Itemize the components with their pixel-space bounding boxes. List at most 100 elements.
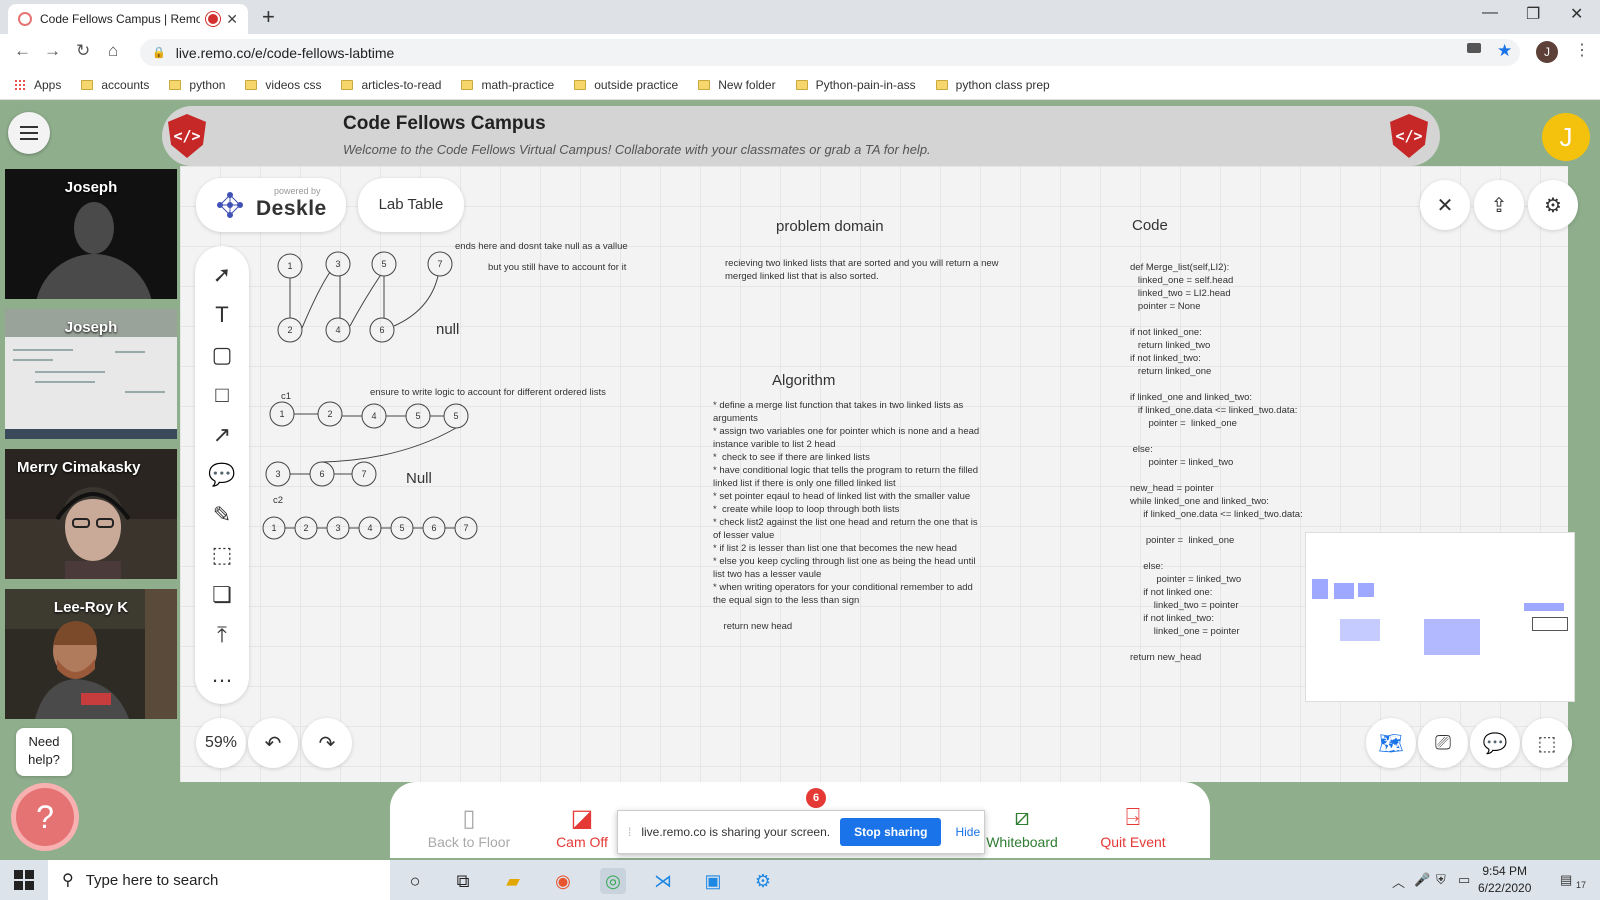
table-name-button[interactable]: Lab Table: [358, 178, 464, 232]
minimize-icon[interactable]: —: [1482, 4, 1498, 22]
windows-start-icon[interactable]: [14, 870, 34, 890]
participant-tile[interactable]: Lee-Roy K: [5, 589, 177, 719]
bookmark-folder[interactable]: outside practice: [574, 78, 678, 92]
need-help-tooltip: Need help?: [16, 728, 72, 776]
bookmark-folder[interactable]: python class prep: [935, 78, 1050, 92]
notifications-icon[interactable]: ▤: [1560, 872, 1572, 888]
hamburger-line: [20, 126, 38, 128]
chrome-icon[interactable]: ◎: [600, 868, 626, 894]
browser-tab[interactable]: Code Fellows Campus | Remo ✕: [8, 4, 248, 34]
tray-chevron-icon[interactable]: ︿: [1392, 872, 1405, 891]
algorithm-line: instance varible to list 2 head: [713, 439, 836, 450]
profile-avatar[interactable]: J: [1536, 41, 1558, 63]
map-view-button[interactable]: 🗺: [1366, 718, 1416, 768]
algorithm-text-block: * define a merge list function that take…: [713, 399, 979, 633]
text-tool-icon[interactable]: T: [207, 300, 237, 330]
screen-sharing-banner: ⁞ live.remo.co is sharing your screen. S…: [617, 810, 985, 854]
bookmark-folder[interactable]: videos css: [245, 78, 321, 92]
bookmark-apps[interactable]: Apps: [14, 78, 61, 92]
new-tab-icon[interactable]: +: [262, 4, 275, 30]
layers-icon[interactable]: ❏: [207, 580, 237, 610]
main-menu-button[interactable]: [8, 112, 50, 154]
hamburger-line: [20, 138, 38, 140]
close-tab-icon[interactable]: ✕: [226, 11, 238, 28]
share-button[interactable]: ⇪: [1474, 180, 1524, 230]
chat-button[interactable]: 💬: [1470, 718, 1520, 768]
photos-icon[interactable]: ▣: [700, 868, 726, 894]
code-text-block: def Merge_list(self,LI2): linked_one = s…: [1130, 261, 1303, 664]
hide-banner-button[interactable]: Hide: [955, 825, 980, 839]
sticky-note-icon[interactable]: ▢: [207, 340, 237, 370]
select-pointer-icon[interactable]: ➚: [207, 260, 237, 290]
zoom-level[interactable]: 59%: [196, 718, 246, 768]
bookmark-folder[interactable]: accounts: [81, 78, 149, 92]
node-label: 4: [367, 523, 372, 533]
home-icon[interactable]: ⌂: [108, 41, 118, 61]
bookmark-folder[interactable]: Python-pain-in-ass: [795, 78, 916, 92]
cortana-icon[interactable]: ○: [402, 868, 428, 894]
bookmarks-bar: Apps accounts python videos css articles…: [0, 70, 1600, 100]
battery-icon[interactable]: ▭: [1458, 872, 1470, 888]
undo-icon: ↶: [264, 732, 282, 755]
taskbar-search[interactable]: ⚲ Type here to search: [48, 860, 390, 900]
forward-icon[interactable]: →: [44, 41, 61, 61]
file-explorer-icon[interactable]: ▰: [500, 868, 526, 894]
maximize-icon[interactable]: ❐: [1526, 4, 1540, 24]
bookmark-folder[interactable]: math-practice: [461, 78, 554, 92]
user-avatar[interactable]: J: [1542, 113, 1590, 161]
close-whiteboard-button[interactable]: ✕: [1420, 180, 1470, 230]
back-icon[interactable]: ←: [14, 41, 31, 61]
bookmark-label: outside practice: [594, 77, 679, 92]
deskle-logo-icon: [217, 192, 243, 218]
bookmark-folder[interactable]: python: [169, 78, 225, 92]
participant-tile[interactable]: Joseph: [5, 169, 177, 299]
clock-date: 6/22/2020: [1478, 881, 1532, 895]
security-icon[interactable]: ⛨: [1436, 872, 1446, 888]
ubuntu-icon[interactable]: ◉: [550, 868, 576, 894]
participant-tile[interactable]: Merry Cimakasky: [5, 449, 177, 579]
microphone-icon[interactable]: 🎤: [1414, 872, 1430, 888]
arrow-tool-icon[interactable]: ↗: [207, 420, 237, 450]
redo-button[interactable]: ↷: [302, 718, 352, 768]
taskbar-clock[interactable]: 9:54 PM 6/22/2020: [1478, 863, 1531, 897]
code-line: pointer = linked_one: [1130, 535, 1235, 546]
stop-sharing-button[interactable]: Stop sharing: [840, 818, 942, 846]
code-line: else:: [1130, 561, 1164, 572]
back-to-floor-button[interactable]: ▯ Back to Floor: [409, 804, 529, 850]
bookmark-star-icon[interactable]: ★: [1497, 41, 1512, 61]
bookmark-folder[interactable]: New folder: [698, 78, 776, 92]
task-view-icon[interactable]: ⧉: [450, 868, 476, 894]
more-tools-icon[interactable]: …: [207, 660, 237, 690]
area-select-icon[interactable]: ⬚: [207, 540, 237, 570]
pen-tool-icon[interactable]: ✎: [207, 500, 237, 530]
comment-tool-icon[interactable]: 💬: [207, 460, 237, 490]
capture-area-button[interactable]: ⬚: [1522, 718, 1572, 768]
participant-name: Merry Cimakasky: [17, 459, 141, 476]
vscode-icon[interactable]: ⋊: [650, 868, 676, 894]
participant-tile[interactable]: Joseph: [5, 309, 177, 439]
algorithm-line: * assign two variables one for pointer w…: [713, 426, 980, 437]
code-line: linked_two = LI2.head: [1130, 288, 1231, 299]
settings-app-icon[interactable]: ⚙: [750, 868, 776, 894]
quit-event-button[interactable]: ⍈ Quit Event: [1073, 804, 1193, 850]
undo-button[interactable]: ↶: [248, 718, 298, 768]
chat-count-badge: 6: [806, 788, 826, 808]
presentation-button[interactable]: ⎚: [1418, 718, 1468, 768]
settings-button[interactable]: ⚙: [1528, 180, 1578, 230]
camera-in-use-icon[interactable]: [1467, 43, 1481, 53]
reload-icon[interactable]: ↻: [76, 41, 90, 61]
bookmark-folder[interactable]: articles-to-read: [341, 78, 441, 92]
code-line: if linked_one and linked_two:: [1130, 392, 1253, 403]
code-line: if not linked_two:: [1130, 613, 1214, 624]
browser-menu-icon[interactable]: ⋮: [1574, 40, 1590, 60]
drag-handle-icon[interactable]: ⁞: [628, 825, 631, 839]
address-bar[interactable]: 🔒 live.remo.co/e/code-fellows-labtime: [140, 39, 1520, 66]
rectangle-tool-icon[interactable]: □: [207, 380, 237, 410]
upload-icon[interactable]: ⤒: [207, 620, 237, 650]
help-button[interactable]: ?: [16, 788, 74, 846]
whiteboard-minimap[interactable]: [1305, 532, 1575, 702]
close-window-icon[interactable]: ✕: [1570, 4, 1583, 24]
code-line: if not linked_two:: [1130, 353, 1201, 364]
